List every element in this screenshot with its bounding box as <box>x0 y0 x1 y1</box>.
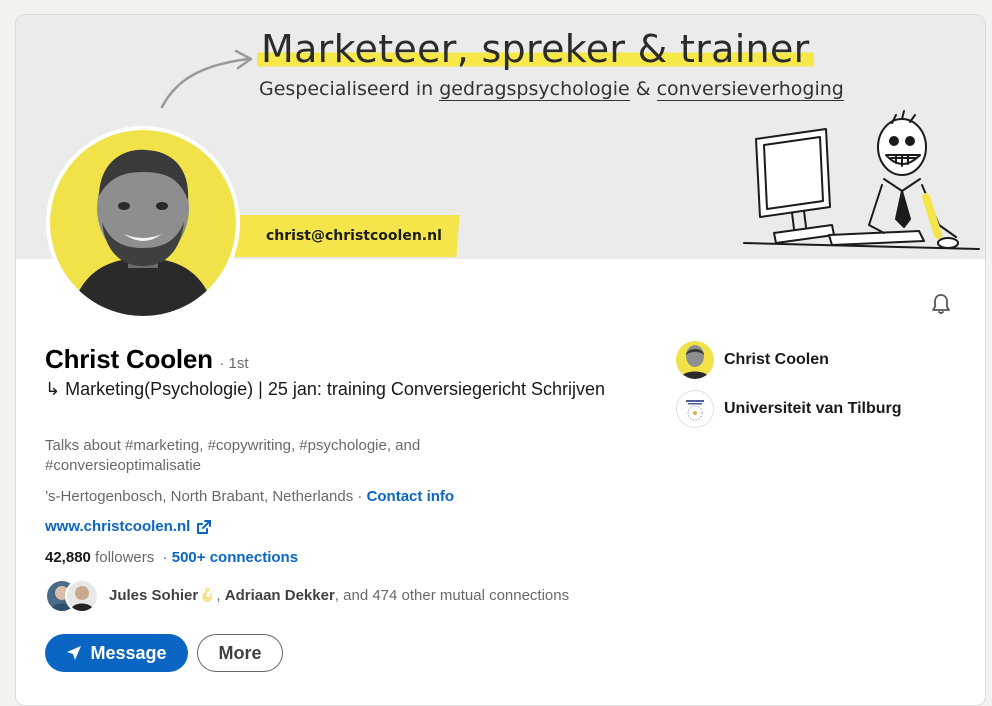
message-button[interactable]: Message <box>45 634 188 672</box>
company-name: Christ Coolen <box>724 351 829 368</box>
banner-arrow-drawing <box>160 49 253 109</box>
mutual-connections[interactable]: Jules Sohier 🪝 , Adriaan Dekker , and 47… <box>45 577 569 613</box>
company-logo <box>676 341 714 379</box>
banner-email: christ@christcoolen.nl <box>266 228 442 244</box>
education-school[interactable]: Universiteit van Tilburg <box>676 390 902 428</box>
mutual-rest: , and 474 other mutual connections <box>334 586 570 604</box>
contact-info-link[interactable]: Contact info <box>367 488 455 505</box>
profile-card: Marketeer, spreker & trainer Gespecialis… <box>15 14 986 706</box>
connection-degree: · 1st <box>219 355 249 372</box>
computer-doodle-illustration <box>743 110 980 250</box>
profile-photo[interactable] <box>46 126 240 320</box>
banner-subheadline: Gespecialiseerd in gedragspsychologie & … <box>259 78 844 101</box>
mutual-name-1: Jules Sohier <box>109 586 199 604</box>
profile-name: Christ Coolen <box>45 344 213 374</box>
connections-link[interactable]: 500+ connections <box>172 549 298 566</box>
location-text: ’s-Hertogenbosch, North Brabant, Netherl… <box>45 488 367 505</box>
followers-label: followers · <box>90 549 172 566</box>
bell-icon <box>932 294 950 314</box>
location-row: ’s-Hertogenbosch, North Brabant, Netherl… <box>45 488 454 505</box>
profile-headline: ↳ Marketing(Psychologie) | 25 jan: train… <box>45 379 606 399</box>
name-row: Christ Coolen · 1st <box>45 344 249 375</box>
mutual-avatar <box>65 579 99 613</box>
talks-about: Talks about #marketing, #copywriting, #p… <box>45 437 421 474</box>
send-icon <box>67 646 82 660</box>
current-company[interactable]: Christ Coolen <box>676 341 829 379</box>
banner-headline: Marketeer, spreker & trainer <box>257 27 814 71</box>
school-logo <box>676 390 714 428</box>
mutual-avatars <box>45 577 105 613</box>
emoji-icon: 🪝 <box>199 587 216 602</box>
mutual-name-2: Adriaan Dekker <box>224 586 335 604</box>
more-button[interactable]: More <box>197 634 283 672</box>
website-row: www.christcoolen.nl <box>45 518 212 535</box>
followers-count: 42,880 <box>45 549 91 566</box>
school-name: Universiteit van Tilburg <box>724 400 902 417</box>
website-link[interactable]: www.christcoolen.nl <box>45 518 190 535</box>
external-link-icon[interactable] <box>196 519 212 535</box>
notifications-bell-button[interactable] <box>924 287 958 321</box>
followers-row: 42,880 followers · 500+ connections <box>45 549 298 566</box>
profile-photo-image <box>50 130 236 316</box>
